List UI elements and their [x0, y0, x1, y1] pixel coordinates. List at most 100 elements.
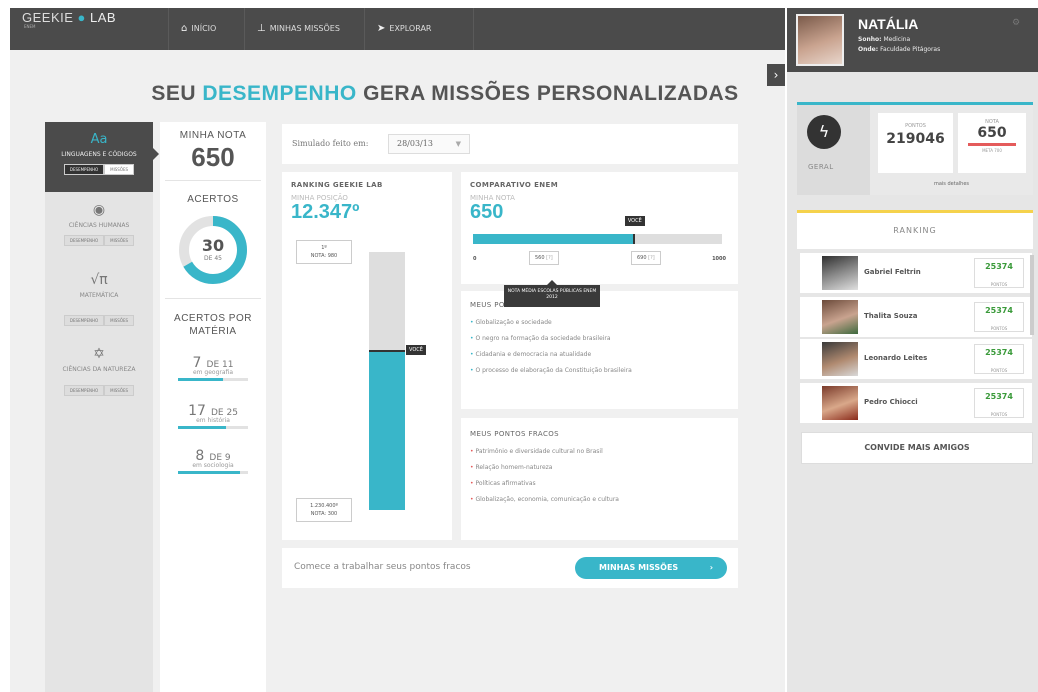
list-item: • Patrimônio e diversidade cultural no B…	[470, 444, 619, 460]
bottom-rank-note: NOTA: 300	[310, 511, 338, 517]
points-badge: 25374 PONTOS	[974, 388, 1024, 418]
matematica-icon: √π	[90, 272, 108, 288]
progress-fill	[178, 471, 241, 474]
profile-dream: Sonho: Medicina	[858, 36, 910, 43]
ranking-row[interactable]: Pedro Chiocci 25374 PONTOS	[800, 383, 1032, 423]
hits-label: ACERTOS	[187, 194, 239, 205]
simulado-card: Simulado feito em: 28/03/13 ▼	[282, 124, 738, 164]
card-title: RANKING GEEKIE LAB	[291, 181, 383, 189]
ranking-name: Thalita Souza	[864, 312, 918, 320]
subject-ciencias-natureza[interactable]: ✡ CIÊNCIAS DA NATUREZA DESEMPENHO MISSÕES	[45, 346, 153, 396]
tooltip: NOTA MÉDIA ESCOLAS PÚBLICAS ENEM 2012	[504, 285, 600, 307]
tab-desempenho[interactable]: DESEMPENHO	[63, 385, 105, 396]
tab-missoes[interactable]: MISSÕES	[104, 164, 135, 175]
avatar	[822, 386, 858, 420]
points-box: PONTOS 219046	[878, 113, 953, 173]
subject-name: MATEMÁTICA	[79, 292, 119, 299]
bullet-icon: •	[470, 480, 474, 487]
tab-missoes[interactable]: MISSÕES	[104, 385, 135, 396]
progress-track	[178, 378, 248, 381]
card-title: MEUS PONTOS FRACOS	[470, 430, 559, 438]
date-select[interactable]: 28/03/13 ▼	[388, 134, 470, 154]
strong-points-list: • Globalização e sociedade • O negro na …	[470, 315, 632, 379]
points-label: PONTOS	[905, 123, 926, 129]
logo-text: GEEKIE	[22, 10, 74, 25]
geral-label: GERAL	[808, 163, 834, 171]
linguagens-icon: Aa	[90, 132, 108, 147]
geekie-lab-logo[interactable]: GEEKIE ● LAB	[22, 10, 116, 25]
lightning-icon: ϟ	[807, 115, 841, 149]
nav-minhas-missoes[interactable]: ⊥ MINHAS MISSÕES	[244, 8, 364, 50]
list-item-text: Políticas afirmativas	[475, 480, 536, 487]
where-value: Faculdade Pitágoras	[880, 46, 941, 53]
ranking-name: Gabriel Feltrin	[864, 268, 921, 276]
natureza-icon: ✡	[93, 346, 105, 362]
ranking-row[interactable]: Gabriel Feltrin 25374 PONTOS	[800, 253, 1032, 293]
points-value: 219046	[886, 131, 945, 147]
list-item: • O negro na formação da sociedade brasi…	[470, 331, 632, 347]
points-value: 25374	[985, 306, 1013, 315]
weak-points-card: MEUS PONTOS FRACOS • Patrimônio e divers…	[461, 418, 738, 540]
you-marker: VOCÊ	[406, 345, 426, 356]
more-details-link[interactable]: mais detalhes	[870, 181, 1033, 187]
ranking-row[interactable]: Leonardo Leites 25374 PONTOS	[800, 339, 1032, 379]
settings-icon[interactable]: ⚙	[1012, 18, 1020, 28]
subject-matematica[interactable]: √π MATEMÁTICA DESEMPENHO MISSÕES	[45, 272, 153, 326]
points-unit: PONTOS	[990, 412, 1008, 417]
mark-560[interactable]: 560 [?]	[529, 251, 559, 265]
subject-hits-sociologia: 8 DE 9 em sociologia	[178, 445, 248, 474]
tab-missoes[interactable]: MISSÕES	[104, 235, 135, 246]
subject-name: em sociologia	[192, 462, 234, 469]
ranking-name: Leonardo Leites	[864, 354, 928, 362]
strong-points-card: MEUS PONTOS FORTES • Globalização e soci…	[461, 291, 738, 409]
list-item: • Globalização, economia, comunicação e …	[470, 492, 619, 508]
nav-inicio[interactable]: ⌂ INÍCIO	[168, 8, 244, 50]
invite-friends-button[interactable]: CONVIDE MAIS AMIGOS	[801, 432, 1033, 464]
tab-desempenho[interactable]: DESEMPENHO	[63, 235, 105, 246]
progress-track	[178, 426, 248, 429]
my-score-label: MINHA NOTA	[179, 130, 247, 141]
scrollbar[interactable]	[1030, 255, 1034, 335]
card-title: COMPARATIVO ENEM	[470, 181, 559, 189]
logo-lab-text: LAB	[90, 10, 117, 25]
mark-690[interactable]: 690 [?]	[631, 251, 661, 265]
subject-linguagens[interactable]: Aa LINGUAGENS E CÓDIGOS DESEMPENHO MISSÕE…	[45, 122, 159, 192]
comparativo-enem-card: COMPARATIVO ENEM MINHA NOTA 650 VOCÊ 0 5…	[461, 172, 738, 284]
minhas-missoes-button[interactable]: MINHAS MISSÕES ›	[575, 557, 727, 579]
top-rank-pill: 1º NOTA: 980	[296, 240, 352, 264]
nota-value: 650	[977, 125, 1007, 141]
list-item-text: Globalização e sociedade	[475, 319, 552, 326]
points-value: 25374	[985, 262, 1013, 271]
bullet-icon: •	[470, 367, 474, 374]
points-unit: PONTOS	[990, 326, 1008, 331]
avatar[interactable]	[796, 14, 844, 66]
ranking-row[interactable]: Thalita Souza 25374 PONTOS	[800, 297, 1032, 337]
nav-explorar[interactable]: ➤ EXPLORAR	[364, 8, 474, 50]
subject-name: CIÊNCIAS HUMANAS	[68, 222, 130, 229]
tab-desempenho[interactable]: DESEMPENHO	[63, 164, 105, 175]
dream-value: Medicina	[883, 36, 911, 43]
brain-icon: ●	[77, 10, 86, 25]
explore-icon: ➤	[377, 23, 386, 34]
tooltip-text: NOTA MÉDIA ESCOLAS PÚBLICAS ENEM 2012	[507, 289, 597, 300]
subject-ciencias-humanas[interactable]: ◉ CIÊNCIAS HUMANAS DESEMPENHO MISSÕES	[45, 202, 153, 246]
tab-missoes[interactable]: MISSÕES	[104, 315, 135, 326]
you-marker: VOCÊ	[624, 216, 645, 226]
help-icon: [?]	[648, 255, 655, 261]
bullet-icon: •	[470, 448, 474, 455]
avatar	[822, 300, 858, 334]
meta-label: META 700	[982, 148, 1002, 153]
subject-name: CIÊNCIAS DA NATUREZA	[62, 366, 136, 373]
tab-desempenho[interactable]: DESEMPENHO	[63, 315, 105, 326]
points-value: 25374	[985, 392, 1013, 401]
progress-fill	[178, 378, 223, 381]
profile-where: Onde: Faculdade Pitágoras	[858, 46, 940, 53]
dream-label: Sonho:	[858, 36, 882, 43]
nav-explorar-label: EXPLORAR	[389, 24, 432, 33]
hits-value: 30	[201, 236, 225, 255]
title-part2: GERA MISSÕES PERSONALIZADAS	[363, 82, 739, 105]
home-icon: ⌂	[181, 23, 188, 34]
progress-fill	[178, 426, 226, 429]
scale-max: 1000	[712, 256, 726, 262]
comparison-score: 650	[470, 201, 504, 223]
